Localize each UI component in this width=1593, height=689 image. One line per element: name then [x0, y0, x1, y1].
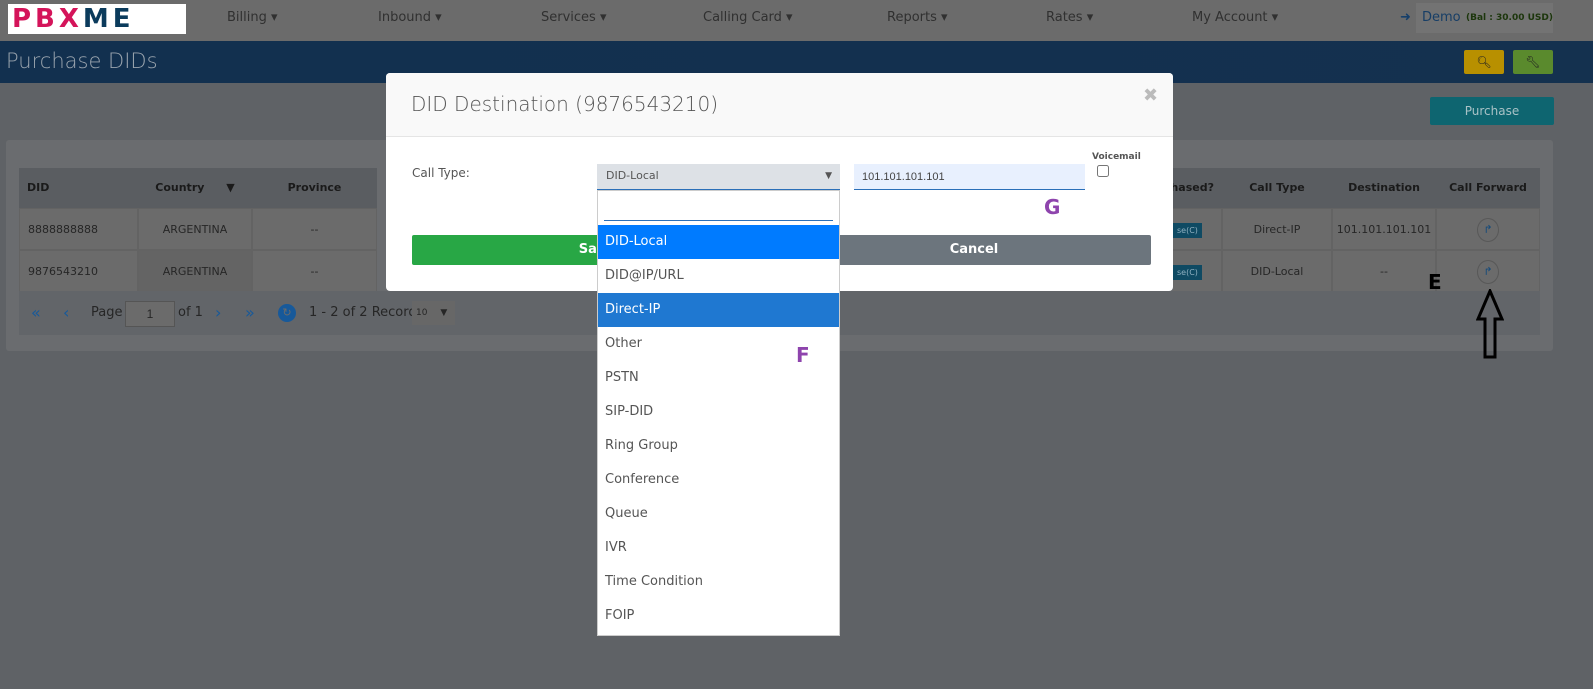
option-time-condition[interactable]: Time Condition — [598, 565, 839, 599]
voicemail-label: Voicemail — [1092, 152, 1141, 162]
cell-call-type: Direct-IP — [1222, 208, 1332, 250]
cell-call-forward: ↱ — [1436, 250, 1540, 292]
voicemail-checkbox[interactable] — [1097, 165, 1109, 177]
chevron-down-icon: ▼ — [226, 181, 235, 194]
close-icon[interactable]: ✖ — [1143, 85, 1158, 106]
forward-icon[interactable]: ↱ — [1477, 260, 1499, 284]
option-direct-ip[interactable]: Direct-IP — [598, 293, 839, 327]
col-destination[interactable]: Destination — [1332, 168, 1436, 208]
purchase-badge[interactable]: se(C) — [1173, 223, 1202, 238]
last-page-icon[interactable]: » — [245, 303, 255, 322]
page-count: of 1 — [178, 305, 203, 320]
col-purchased[interactable]: Purchased? — [1173, 168, 1222, 208]
prev-page-icon[interactable]: ‹ — [63, 303, 69, 322]
nav-rates[interactable]: Rates ▾ — [1046, 10, 1093, 25]
annotation-f: F — [796, 343, 810, 367]
annotation-g: G — [1044, 195, 1061, 219]
option-sip-did[interactable]: SIP-DID — [598, 395, 839, 429]
tools-button[interactable]: 🔧︎ — [1513, 50, 1553, 74]
annotation-arrow-icon — [1476, 289, 1504, 359]
top-navbar: PBXME Billing ▾ Inbound ▾ Services ▾ Cal… — [0, 0, 1593, 41]
first-page-icon[interactable]: « — [31, 303, 41, 322]
option-foip[interactable]: FOIP — [598, 599, 839, 633]
option-did-local[interactable]: DID-Local — [598, 225, 839, 259]
option-queue[interactable]: Queue — [598, 497, 839, 531]
option-did-ip-url[interactable]: DID@IP/URL — [598, 259, 839, 293]
annotation-e: E — [1428, 270, 1442, 294]
cell-purchased: se(C) — [1173, 250, 1222, 292]
nav-reports[interactable]: Reports ▾ — [887, 10, 948, 25]
modal-header: DID Destination (9876543210) ✖ — [386, 73, 1173, 137]
cell-destination: 101.101.101.101 — [1332, 208, 1436, 250]
cell-province: -- — [252, 208, 377, 250]
modal-title: DID Destination (9876543210) — [411, 92, 719, 116]
cell-destination: -- — [1332, 250, 1436, 292]
search-button[interactable]: 🔍︎ — [1464, 50, 1504, 74]
forward-icon[interactable]: ↱ — [1477, 218, 1499, 242]
search-icon: 🔍︎ — [1476, 55, 1492, 69]
refresh-icon[interactable]: ↻ — [278, 304, 296, 322]
page-label: Page — [91, 305, 123, 320]
call-type-dropdown: DID-Local DID@IP/URL Direct-IP Other PST… — [597, 190, 840, 636]
caret-down-icon: ▼ — [825, 171, 832, 181]
cell-call-forward: ↱ — [1436, 208, 1540, 250]
dropdown-search-input[interactable] — [604, 197, 833, 221]
cancel-button[interactable]: Cancel — [797, 235, 1151, 265]
page-title: Purchase DIDs — [6, 49, 158, 73]
cell-country: ARGENTINA — [138, 250, 252, 292]
cell-did: 8888888888 — [19, 208, 138, 250]
balance: (Bal : 30.00 USD) — [1466, 13, 1553, 23]
purchase-button[interactable]: Purchase — [1430, 97, 1554, 125]
logout-icon[interactable]: ➜ — [1400, 10, 1411, 25]
nav-billing[interactable]: Billing ▾ — [227, 10, 278, 25]
page-input[interactable] — [125, 301, 175, 327]
col-country[interactable]: Country ▼ — [138, 168, 252, 208]
per-page-select[interactable]: 10 ▼ — [412, 301, 455, 325]
account-menu[interactable]: Demo (Bal : 30.00 USD) — [1416, 3, 1553, 33]
col-call-forward[interactable]: Call Forward — [1436, 168, 1540, 208]
call-type-label: Call Type: — [412, 166, 470, 180]
next-page-icon[interactable]: › — [215, 303, 221, 322]
cell-call-type: DID-Local — [1222, 250, 1332, 292]
logo[interactable]: PBXME — [8, 4, 186, 34]
destination-input[interactable] — [854, 164, 1085, 190]
call-type-select[interactable]: DID-Local ▼ — [597, 164, 840, 190]
nav-services[interactable]: Services ▾ — [541, 10, 607, 25]
cell-country: ARGENTINA — [138, 208, 252, 250]
purchase-badge[interactable]: se(C) — [1173, 265, 1202, 280]
col-did[interactable]: DID — [19, 168, 138, 208]
nav-my-account[interactable]: My Account ▾ — [1192, 10, 1278, 25]
option-ring-group[interactable]: Ring Group — [598, 429, 839, 463]
cell-did: 9876543210 — [19, 250, 138, 292]
username: Demo — [1422, 10, 1461, 25]
option-conference[interactable]: Conference — [598, 463, 839, 497]
option-ivr[interactable]: IVR — [598, 531, 839, 565]
chevron-down-icon: ▼ — [440, 308, 448, 318]
cell-province: -- — [252, 250, 377, 292]
col-province[interactable]: Province — [252, 168, 377, 208]
wrench-icon: 🔧︎ — [1525, 55, 1541, 69]
nav-calling-card[interactable]: Calling Card ▾ — [703, 10, 793, 25]
col-call-type[interactable]: Call Type — [1222, 168, 1332, 208]
records-info: 1 - 2 of 2 Records — [309, 305, 424, 320]
nav-inbound[interactable]: Inbound ▾ — [378, 10, 442, 25]
cell-purchased: se(C) — [1173, 208, 1222, 250]
